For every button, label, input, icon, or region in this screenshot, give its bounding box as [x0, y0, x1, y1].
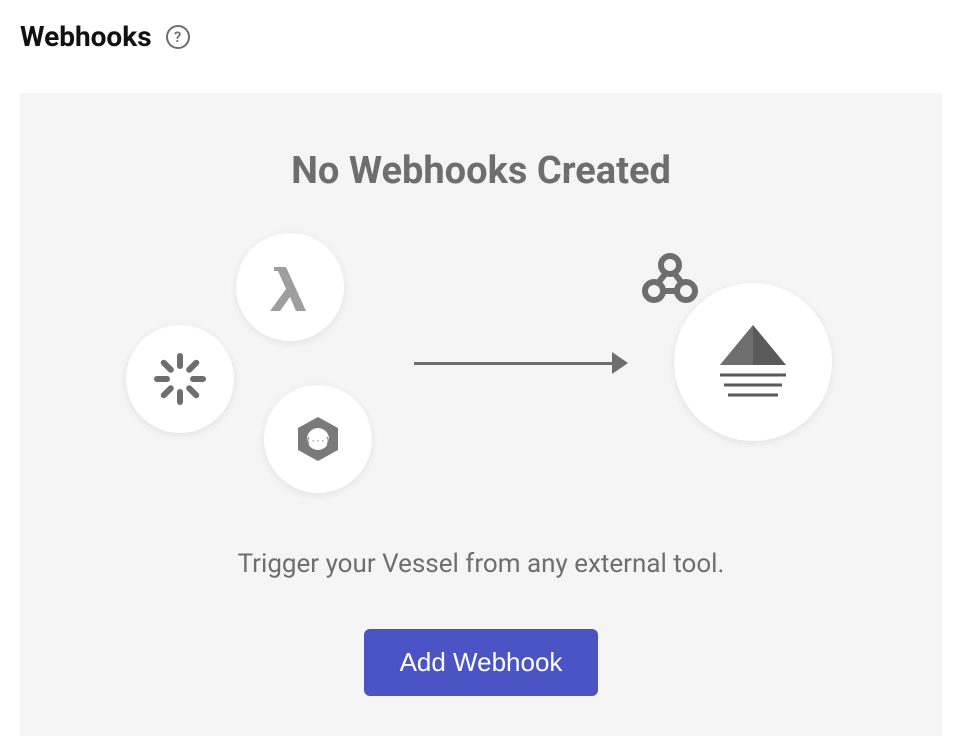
- arrow-head: [612, 352, 628, 374]
- webhooks-empty-panel: No Webhooks Created: [20, 93, 942, 736]
- section-title: Webhooks: [20, 20, 152, 53]
- add-webhook-button[interactable]: Add Webhook: [364, 629, 599, 696]
- help-icon[interactable]: ?: [166, 25, 190, 49]
- help-icon-glyph: ?: [174, 28, 181, 46]
- arrow-shaft: [414, 362, 614, 365]
- empty-state-title: No Webhooks Created: [60, 149, 902, 193]
- svg-text:(···): (···): [306, 437, 330, 446]
- vessel-icon: [674, 283, 832, 441]
- empty-state-description: Trigger your Vessel from any external to…: [60, 549, 902, 579]
- webhook-icon: [640, 251, 700, 305]
- gcloud-functions-icon: (···): [264, 385, 372, 493]
- section-header: Webhooks ?: [20, 20, 942, 53]
- arrow-icon: [414, 352, 628, 374]
- lambda-icon: [236, 233, 344, 341]
- source-tools-group: (···): [126, 233, 386, 493]
- empty-state-illustration: (···): [60, 233, 902, 493]
- target-group: [656, 273, 836, 453]
- zapier-icon: [126, 325, 234, 433]
